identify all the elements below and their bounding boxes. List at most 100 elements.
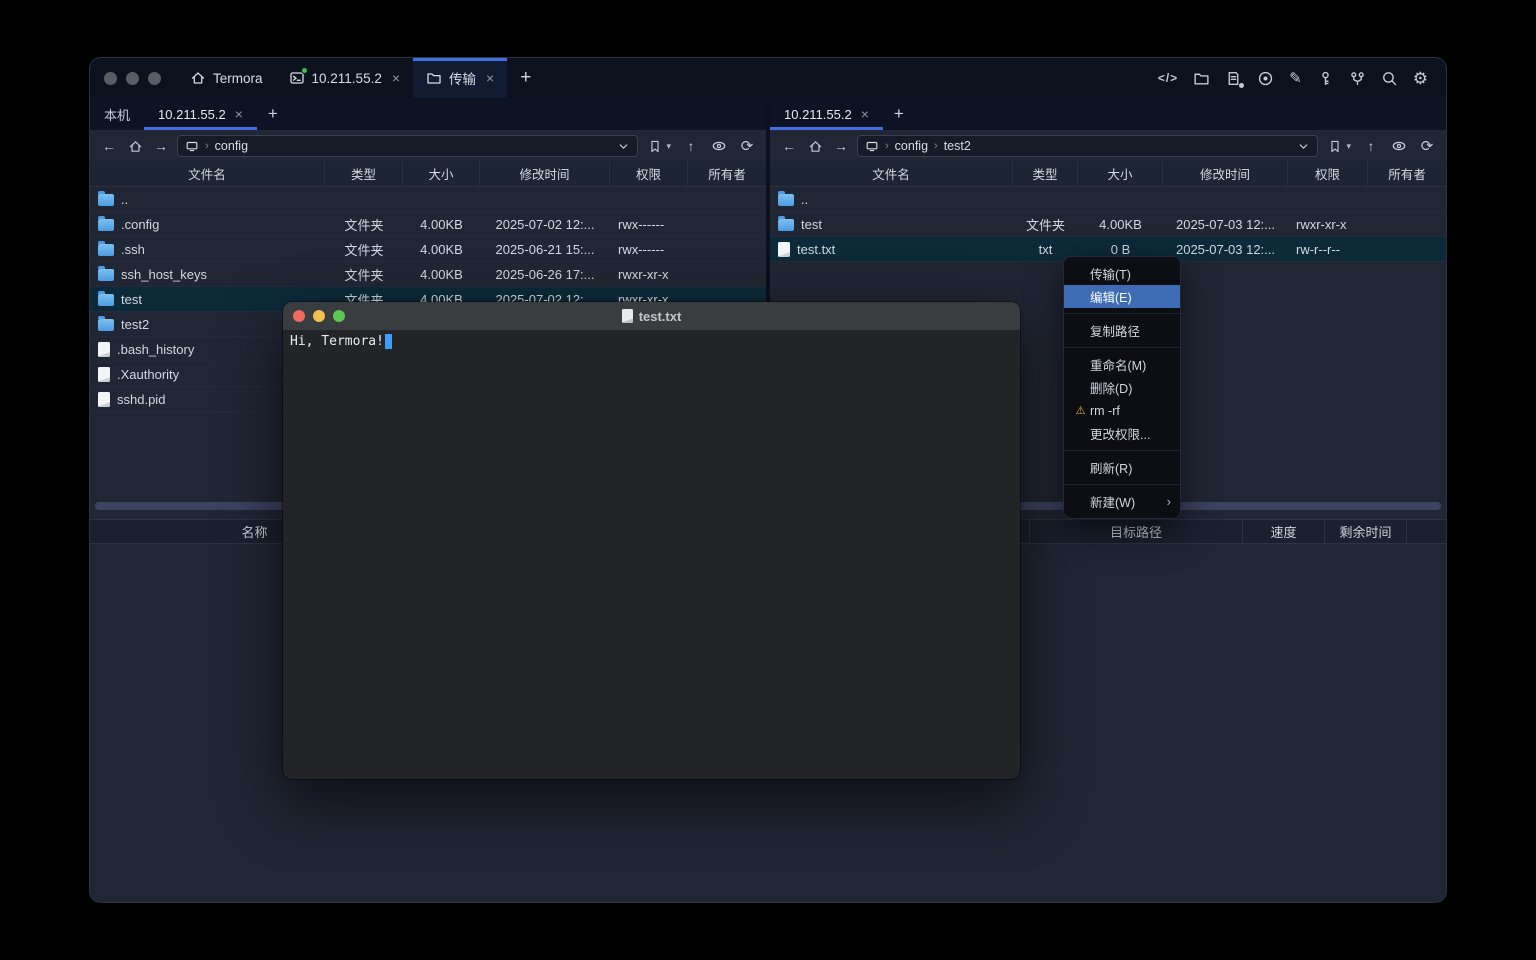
close-icon[interactable]: ×: [392, 70, 400, 86]
transfer-column-speed[interactable]: 速度: [1243, 520, 1325, 543]
show-hidden-eye-icon[interactable]: [1391, 138, 1407, 154]
column-header-size[interactable]: 大小: [403, 161, 480, 186]
file-row-.config[interactable]: .config文件夹4.00KB2025-07-02 12:...rwx----…: [90, 212, 766, 237]
column-header-type[interactable]: 类型: [325, 161, 403, 186]
editor-content[interactable]: Hi, Termora!: [283, 330, 1020, 353]
app-tab-home[interactable]: Termora: [177, 58, 276, 98]
transfer-column-target-path[interactable]: 目标路径: [1030, 520, 1243, 543]
breadcrumb-segment[interactable]: config: [895, 139, 928, 153]
home-icon[interactable]: [125, 139, 145, 154]
transfer-column-time-left[interactable]: 剩余时间: [1325, 520, 1407, 543]
cell-owner: [688, 262, 766, 286]
app-tab-transfer[interactable]: 传输 ×: [413, 58, 507, 98]
menu-item-复制路径[interactable]: 复制路径: [1064, 319, 1180, 342]
maximize-window-button[interactable]: [148, 72, 161, 85]
code-icon[interactable]: </>: [1158, 71, 1178, 85]
file-row-..[interactable]: ..: [770, 187, 1446, 212]
app-tab-label: Termora: [213, 71, 263, 86]
menu-item-新建-W-[interactable]: 新建(W)›: [1064, 490, 1180, 513]
column-header-owner[interactable]: 所有者: [688, 161, 766, 186]
menu-item-label: 编辑(E): [1090, 287, 1132, 306]
back-icon[interactable]: ←: [779, 138, 799, 154]
back-icon[interactable]: ←: [99, 138, 119, 154]
menu-item-传输-T-[interactable]: 传输(T): [1064, 262, 1180, 285]
editor-titlebar[interactable]: test.txt: [283, 302, 1020, 330]
close-icon[interactable]: ×: [486, 70, 494, 86]
menu-separator: [1064, 347, 1180, 348]
bookmark-caret-icon[interactable]: ▾: [666, 141, 671, 152]
menu-item-label: rm -rf: [1090, 404, 1120, 418]
menu-item-label: 更改权限...: [1090, 424, 1150, 443]
upload-icon[interactable]: ↑: [1361, 138, 1381, 154]
app-tab-host[interactable]: 10.211.55.2 ×: [276, 58, 414, 98]
file-row-.ssh[interactable]: .ssh文件夹4.00KB2025-06-21 15:...rwx------: [90, 237, 766, 262]
upload-icon[interactable]: ↑: [681, 138, 701, 154]
column-header-name[interactable]: 文件名: [90, 161, 325, 186]
maximize-window-button[interactable]: [333, 310, 345, 322]
show-hidden-eye-icon[interactable]: [711, 138, 727, 154]
close-icon[interactable]: ×: [235, 106, 243, 122]
menu-item-重命名-M-[interactable]: 重命名(M): [1064, 353, 1180, 376]
pane-tab-local[interactable]: 本机: [90, 98, 144, 130]
close-window-button[interactable]: [293, 310, 305, 322]
column-header-mtime[interactable]: 修改时间: [480, 161, 610, 186]
close-window-button[interactable]: [104, 72, 117, 85]
path-bar[interactable]: › config: [177, 135, 638, 157]
refresh-icon[interactable]: ⟳: [737, 137, 757, 155]
cell-type: 文件夹: [1013, 212, 1078, 236]
search-icon[interactable]: [1381, 70, 1398, 87]
pane-tab-remote[interactable]: 10.211.55.2 ×: [144, 98, 257, 130]
breadcrumb-segment[interactable]: test2: [944, 139, 971, 153]
bookmark-icon[interactable]: [648, 139, 662, 154]
chevron-down-icon[interactable]: [1297, 140, 1310, 153]
file-row-..[interactable]: ..: [90, 187, 766, 212]
keychain-icon[interactable]: [1349, 70, 1366, 87]
file-row-test[interactable]: test文件夹4.00KB2025-07-03 12:...rwxr-xr-x: [770, 212, 1446, 237]
menu-item-编辑-E-[interactable]: 编辑(E): [1064, 285, 1180, 308]
forward-icon[interactable]: →: [831, 138, 851, 154]
record-icon[interactable]: [1257, 70, 1274, 87]
file-name: ..: [121, 192, 128, 207]
folder-icon: [778, 219, 794, 231]
new-pane-tab-button[interactable]: +: [883, 98, 915, 130]
settings-gear-icon[interactable]: ⚙: [1413, 70, 1428, 87]
column-header-perms[interactable]: 权限: [610, 161, 688, 186]
menu-item-更改权限-[interactable]: 更改权限...: [1064, 422, 1180, 445]
column-header-owner[interactable]: 所有者: [1368, 161, 1446, 186]
refresh-icon[interactable]: ⟳: [1417, 137, 1437, 155]
close-icon[interactable]: ×: [861, 106, 869, 122]
column-header-name[interactable]: 文件名: [770, 161, 1013, 186]
cell-name: test.txt: [770, 237, 1013, 261]
pane-tab-label: 10.211.55.2: [158, 107, 226, 122]
column-header-mtime[interactable]: 修改时间: [1163, 161, 1288, 186]
new-tab-button[interactable]: +: [507, 67, 544, 89]
log-icon[interactable]: [1225, 70, 1242, 87]
folder-icon[interactable]: [1193, 70, 1210, 87]
edit-icon[interactable]: ✎: [1289, 71, 1302, 86]
cell-size: 4.00KB: [403, 262, 480, 286]
key-icon[interactable]: [1317, 70, 1334, 87]
cell-perms: rwx------: [610, 212, 688, 236]
column-header-perms[interactable]: 权限: [1288, 161, 1368, 186]
column-header-type[interactable]: 类型: [1013, 161, 1078, 186]
pane-tab-remote[interactable]: 10.211.55.2 ×: [770, 98, 883, 130]
file-name: .Xauthority: [117, 367, 179, 382]
menu-item-删除-D-[interactable]: 删除(D): [1064, 376, 1180, 399]
file-row-ssh_host_keys[interactable]: ssh_host_keys文件夹4.00KB2025-06-26 17:...r…: [90, 262, 766, 287]
bookmark-caret-icon[interactable]: ▾: [1346, 141, 1351, 152]
minimize-window-button[interactable]: [313, 310, 325, 322]
editor-window-controls: [283, 310, 345, 322]
forward-icon[interactable]: →: [151, 138, 171, 154]
menu-item-刷新-R-[interactable]: 刷新(R): [1064, 456, 1180, 479]
minimize-window-button[interactable]: [126, 72, 139, 85]
path-bar[interactable]: › config › test2: [857, 135, 1318, 157]
folder-icon: [426, 70, 442, 86]
pane-tab-label: 10.211.55.2: [784, 107, 852, 122]
column-header-size[interactable]: 大小: [1078, 161, 1163, 186]
bookmark-icon[interactable]: [1328, 139, 1342, 154]
menu-item-rm-rf[interactable]: ⚠rm -rf: [1064, 399, 1180, 422]
home-icon[interactable]: [805, 139, 825, 154]
breadcrumb-segment[interactable]: config: [215, 139, 248, 153]
chevron-down-icon[interactable]: [617, 140, 630, 153]
new-pane-tab-button[interactable]: +: [257, 98, 289, 130]
